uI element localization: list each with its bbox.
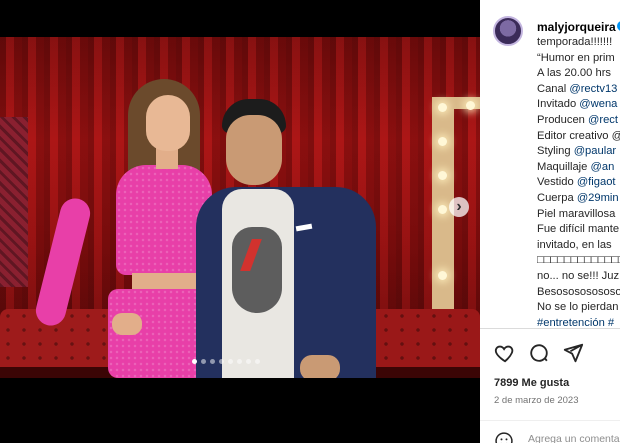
- caption-mention-link[interactable]: @figaot: [577, 176, 616, 188]
- carousel-dot: [201, 359, 206, 364]
- carousel-dot: [192, 359, 197, 364]
- caption-text: Cuerpa: [537, 191, 577, 204]
- caption-mention-link[interactable]: @paular: [574, 145, 616, 157]
- caption-text: □□□□□□□□□□□□□: [537, 254, 620, 267]
- mirror-bulb: [466, 101, 475, 110]
- likes-count[interactable]: 7899 Me gusta: [494, 377, 569, 389]
- emoji-icon[interactable]: [494, 431, 514, 443]
- caption-text: temporada!!!!!!!: [537, 36, 613, 48]
- caption-line: temporada!!!!!!!: [537, 35, 620, 51]
- caption-line: A las 20.00 hrs: [537, 66, 620, 82]
- mirror-bulb: [438, 171, 447, 180]
- heart-icon[interactable]: [494, 342, 516, 364]
- avatar[interactable]: [493, 16, 523, 46]
- caption-text: A las 20.00 hrs: [537, 67, 612, 80]
- caption-line: Editor creativo @: [537, 129, 620, 145]
- carousel-dot: [237, 359, 242, 364]
- caption-text: Besosososososo: [537, 285, 620, 298]
- caption-text: Fue difícil mante: [537, 223, 620, 236]
- caption-text: Invitado: [537, 98, 580, 111]
- caption-line: No se lo pierdan: [537, 300, 620, 316]
- caption-mention-link[interactable]: @29min: [577, 192, 619, 204]
- divider: [480, 328, 620, 329]
- next-slide-button[interactable]: ›: [449, 197, 469, 217]
- caption-text: Piel maravillosa: [537, 207, 616, 220]
- caption-line: Besosososososo: [537, 285, 620, 301]
- caption-text: no... no se!!! Juz: [537, 269, 620, 282]
- username-link[interactable]: malyjorqueira: [537, 20, 616, 34]
- carousel-dot: [210, 359, 215, 364]
- caption-line: Fue difícil mante: [537, 222, 620, 238]
- woman-hand: [112, 313, 142, 335]
- comment-input[interactable]: Agrega un comentario...: [528, 433, 620, 443]
- decor-panel: [0, 117, 28, 287]
- caption-text: Producen: [537, 113, 588, 126]
- caption-text: Vestido: [537, 176, 577, 189]
- caption-mention-link[interactable]: @rect: [588, 114, 618, 126]
- caption-line: invitado, en las: [537, 238, 620, 254]
- caption-text: No se lo pierdan: [537, 301, 619, 314]
- post-caption: temporada!!!!!!! “Humor en prim A las 20.0…: [537, 35, 620, 331]
- mirror-bulb: [438, 103, 447, 112]
- carousel-dot: [255, 359, 260, 364]
- caption-line: no... no se!!! Juz: [537, 269, 620, 285]
- caption-mention-link[interactable]: #entretención #: [537, 317, 614, 329]
- mirror-bulb: [438, 271, 447, 280]
- post-actions: [494, 342, 584, 364]
- caption-text: Styling: [537, 145, 574, 158]
- carousel-indicator: [192, 359, 260, 364]
- comment-icon[interactable]: [528, 342, 550, 364]
- caption-text: invitado, en las: [537, 238, 612, 251]
- caption-line: Styling @paular: [537, 144, 620, 160]
- mirror-bulb: [438, 205, 447, 214]
- caption-line: □□□□□□□□□□□□□: [537, 253, 620, 269]
- mirror-bulb: [438, 137, 447, 146]
- carousel-dot: [246, 359, 251, 364]
- caption-text: Canal: [537, 82, 570, 95]
- post-media: ›: [0, 0, 480, 443]
- caption-text: Editor creativo @: [537, 129, 620, 142]
- caption-mention-link[interactable]: @wena: [579, 98, 617, 110]
- carousel-dot: [219, 359, 224, 364]
- caption-line: Canal @rectv13: [537, 82, 620, 98]
- caption-line: “Humor en prim: [537, 51, 620, 67]
- woman-face: [146, 95, 190, 151]
- post-sidebar: malyjorqueira temporada!!!!!!! “Humor en …: [480, 0, 620, 443]
- post-date[interactable]: 2 de marzo de 2023: [494, 395, 579, 406]
- caption-line: Cuerpa @29min: [537, 191, 620, 207]
- caption-line: Maquillaje @an: [537, 160, 620, 176]
- man-hand: [300, 355, 340, 378]
- caption-line: Invitado @wena: [537, 97, 620, 113]
- caption-line: Vestido @figaot: [537, 175, 620, 191]
- caption-text: Maquillaje: [537, 160, 591, 173]
- post-photo[interactable]: [0, 37, 480, 378]
- man-face: [226, 115, 282, 185]
- caption-line: Producen @rect: [537, 113, 620, 129]
- caption-mention-link[interactable]: @an: [590, 161, 614, 173]
- carousel-dot: [228, 359, 233, 364]
- divider: [480, 420, 620, 421]
- send-icon[interactable]: [562, 342, 584, 364]
- caption-line: Piel maravillosa: [537, 207, 620, 223]
- caption-mention-link[interactable]: @rectv13: [569, 83, 617, 95]
- caption-text: “Humor en prim: [537, 51, 615, 64]
